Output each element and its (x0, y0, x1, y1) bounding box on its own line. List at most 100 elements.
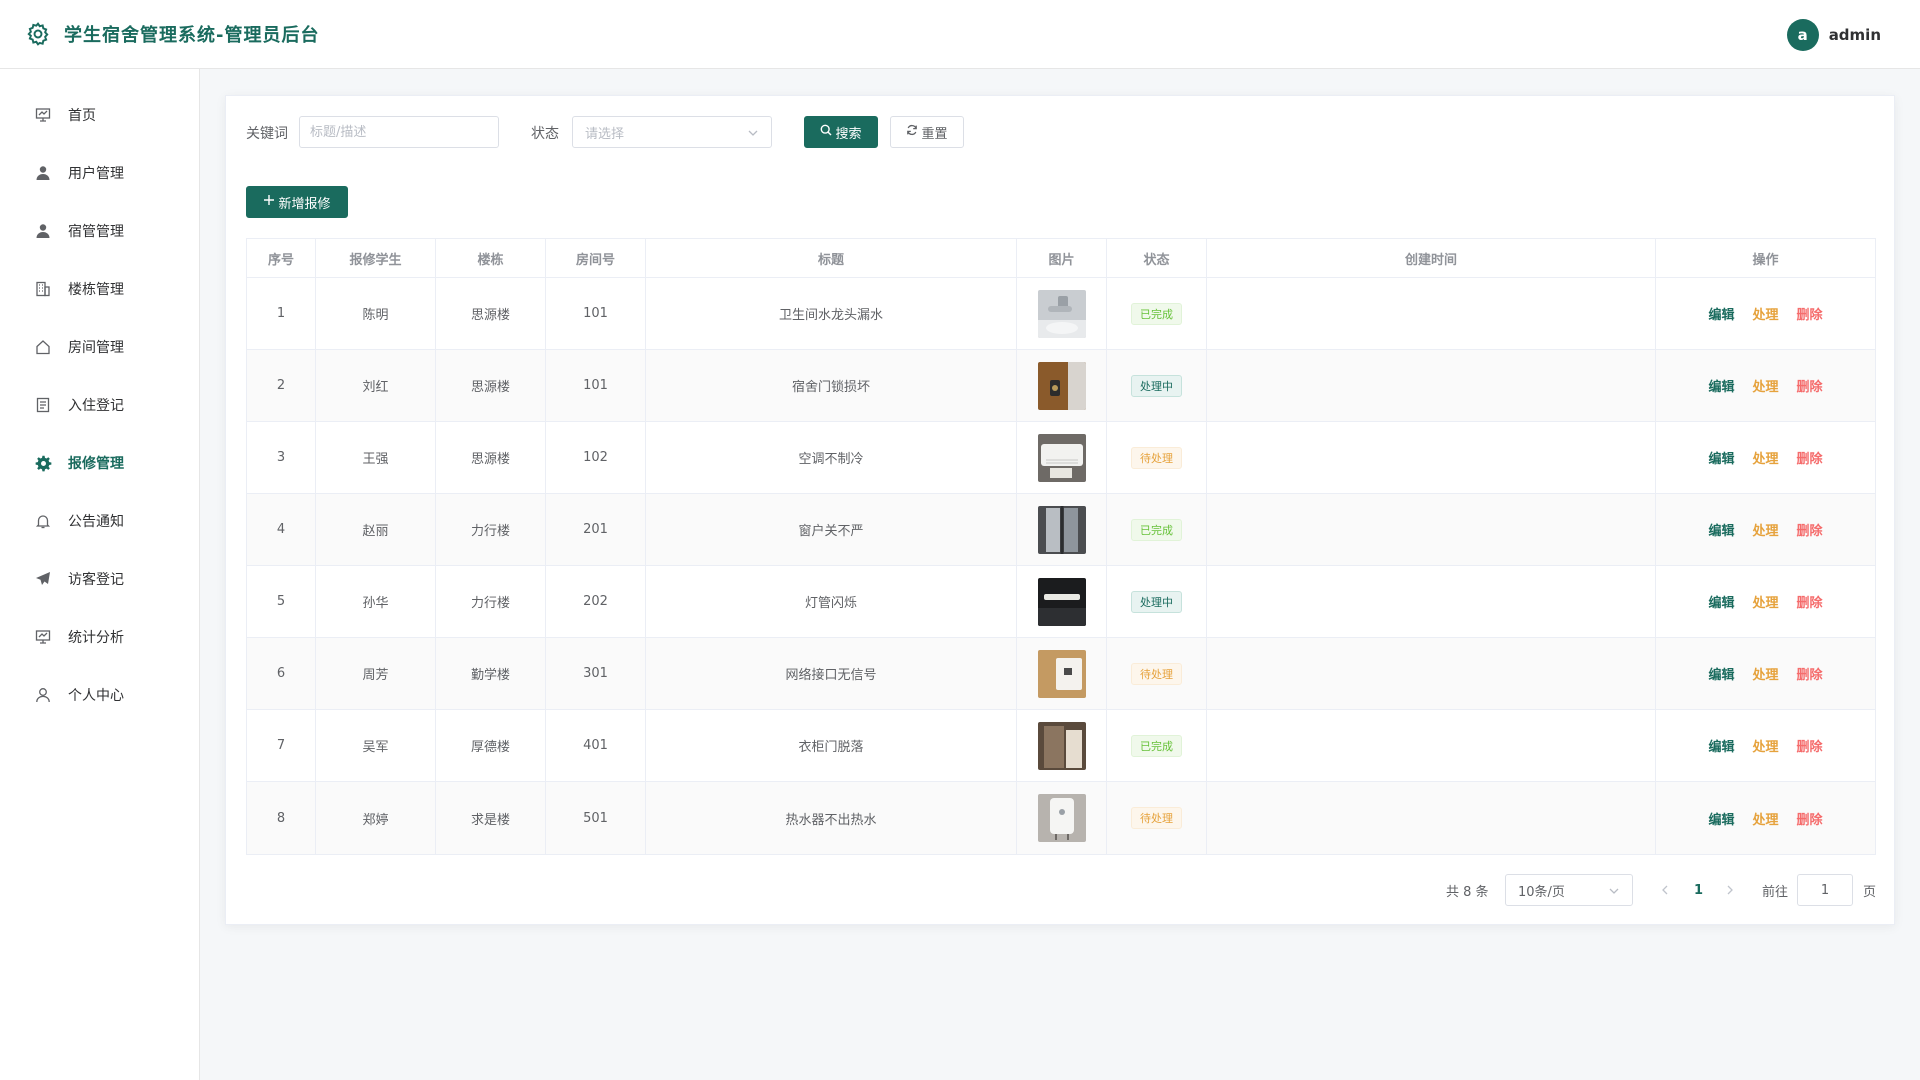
cell-title: 宿舍门锁损坏 (646, 350, 1017, 421)
next-page-button[interactable] (1724, 874, 1736, 906)
sidebar: 首页 用户管理 宿管管理 楼栋管理 房间管理 入住登记 报修管理 公告通知 访客… (0, 69, 200, 1080)
sidebar-item-profile[interactable]: 个人中心 (0, 666, 199, 724)
wardrobe-photo[interactable] (1037, 721, 1086, 770)
sidebar-item-buildings[interactable]: 楼栋管理 (0, 260, 199, 318)
main-card: 关键词 状态 请选择 搜索 重置 新增报修 序号 报修学生 楼栋 房间号 标题 (225, 95, 1895, 925)
handle-button[interactable]: 处理 (1752, 664, 1778, 683)
cell-title: 衣柜门脱落 (646, 710, 1017, 781)
handle-button[interactable]: 处理 (1752, 520, 1778, 539)
cell-no: 3 (247, 422, 316, 493)
handle-button[interactable]: 处理 (1752, 304, 1778, 323)
handle-button[interactable]: 处理 (1752, 809, 1778, 828)
user-menu[interactable]: a admin (1786, 19, 1881, 51)
cell-status: 处理中 (1107, 566, 1207, 637)
sidebar-item-label: 报修管理 (68, 456, 124, 472)
edit-button[interactable]: 编辑 (1708, 592, 1734, 611)
top-header: 学生宿舍管理系统-管理员后台 a admin (0, 0, 1920, 69)
lamp-photo[interactable] (1037, 577, 1086, 626)
cell-image (1017, 566, 1107, 637)
cell-status: 待处理 (1107, 638, 1207, 709)
page-number-current[interactable]: 1 (1694, 874, 1703, 906)
handle-button[interactable]: 处理 (1752, 736, 1778, 755)
cell-room: 501 (546, 782, 646, 854)
status-badge: 处理中 (1131, 374, 1182, 397)
cell-title: 空调不制冷 (646, 422, 1017, 493)
delete-button[interactable]: 删除 (1797, 809, 1823, 828)
sidebar-item-dorm-managers[interactable]: 宿管管理 (0, 202, 199, 260)
edit-button[interactable]: 编辑 (1708, 664, 1734, 683)
handle-button[interactable]: 处理 (1752, 592, 1778, 611)
cell-created (1207, 422, 1656, 493)
user-outline-icon (34, 686, 52, 704)
edit-button[interactable]: 编辑 (1708, 736, 1734, 755)
cell-student: 赵丽 (316, 494, 436, 565)
delete-button[interactable]: 删除 (1797, 664, 1823, 683)
faucet-photo[interactable] (1037, 289, 1086, 338)
search-button[interactable]: 搜索 (804, 116, 878, 148)
sidebar-item-checkin[interactable]: 入住登记 (0, 376, 199, 434)
edit-button[interactable]: 编辑 (1708, 304, 1734, 323)
network-port-photo[interactable] (1037, 649, 1086, 698)
cell-room: 102 (546, 422, 646, 493)
cell-no: 1 (247, 278, 316, 349)
door-lock-photo[interactable] (1037, 361, 1086, 410)
cell-image (1017, 638, 1107, 709)
bell-icon (34, 512, 52, 530)
user-icon (34, 222, 52, 240)
sidebar-item-users[interactable]: 用户管理 (0, 144, 199, 202)
user-icon (34, 164, 52, 182)
handle-button[interactable]: 处理 (1752, 448, 1778, 467)
air-conditioner-photo[interactable] (1037, 433, 1086, 482)
table-row: 7 吴军 厚德楼 401 衣柜门脱落 已完成 编辑 处理 删除 (247, 710, 1875, 782)
window-photo[interactable] (1037, 505, 1086, 554)
add-repair-button[interactable]: 新增报修 (246, 186, 348, 218)
column-header-student: 报修学生 (316, 239, 436, 277)
cell-room: 301 (546, 638, 646, 709)
cell-created (1207, 710, 1656, 781)
cell-actions: 编辑 处理 删除 (1656, 638, 1875, 709)
handle-button[interactable]: 处理 (1752, 376, 1778, 395)
cell-room: 201 (546, 494, 646, 565)
prev-page-button[interactable] (1659, 874, 1671, 906)
status-label: 状态 (531, 126, 559, 142)
delete-button[interactable]: 删除 (1797, 376, 1823, 395)
page-size-select[interactable]: 10条/页 (1505, 874, 1633, 906)
cell-building: 思源楼 (436, 422, 546, 493)
presentation-icon (34, 106, 52, 124)
reset-button[interactable]: 重置 (890, 116, 964, 148)
sidebar-item-repairs[interactable]: 报修管理 (0, 434, 199, 492)
sidebar-item-rooms[interactable]: 房间管理 (0, 318, 199, 376)
cell-title: 灯管闪烁 (646, 566, 1017, 637)
search-icon (820, 124, 832, 140)
edit-button[interactable]: 编辑 (1708, 809, 1734, 828)
avatar[interactable]: a (1786, 19, 1819, 51)
keyword-input[interactable] (299, 116, 499, 148)
document-icon (34, 396, 52, 414)
sidebar-item-home[interactable]: 首页 (0, 86, 199, 144)
water-heater-photo[interactable] (1037, 794, 1086, 842)
delete-button[interactable]: 删除 (1797, 592, 1823, 611)
sidebar-item-visitors[interactable]: 访客登记 (0, 550, 199, 608)
cell-image (1017, 494, 1107, 565)
column-header-room: 房间号 (546, 239, 646, 277)
sidebar-item-label: 用户管理 (68, 166, 124, 182)
edit-button[interactable]: 编辑 (1708, 520, 1734, 539)
cell-status: 已完成 (1107, 710, 1207, 781)
cell-actions: 编辑 处理 删除 (1656, 422, 1875, 493)
cell-status: 处理中 (1107, 350, 1207, 421)
cell-no: 8 (247, 782, 316, 854)
status-select[interactable]: 请选择 (572, 116, 772, 148)
goto-page-input[interactable] (1797, 874, 1853, 906)
search-button-label: 搜索 (835, 126, 862, 142)
cell-no: 7 (247, 710, 316, 781)
delete-button[interactable]: 删除 (1797, 736, 1823, 755)
delete-button[interactable]: 删除 (1797, 304, 1823, 323)
delete-button[interactable]: 删除 (1797, 448, 1823, 467)
sidebar-item-statistics[interactable]: 统计分析 (0, 608, 199, 666)
table-header: 序号 报修学生 楼栋 房间号 标题 图片 状态 创建时间 操作 (247, 239, 1875, 278)
username[interactable]: admin (1829, 26, 1881, 44)
sidebar-item-notices[interactable]: 公告通知 (0, 492, 199, 550)
delete-button[interactable]: 删除 (1797, 520, 1823, 539)
edit-button[interactable]: 编辑 (1708, 448, 1734, 467)
edit-button[interactable]: 编辑 (1708, 376, 1734, 395)
